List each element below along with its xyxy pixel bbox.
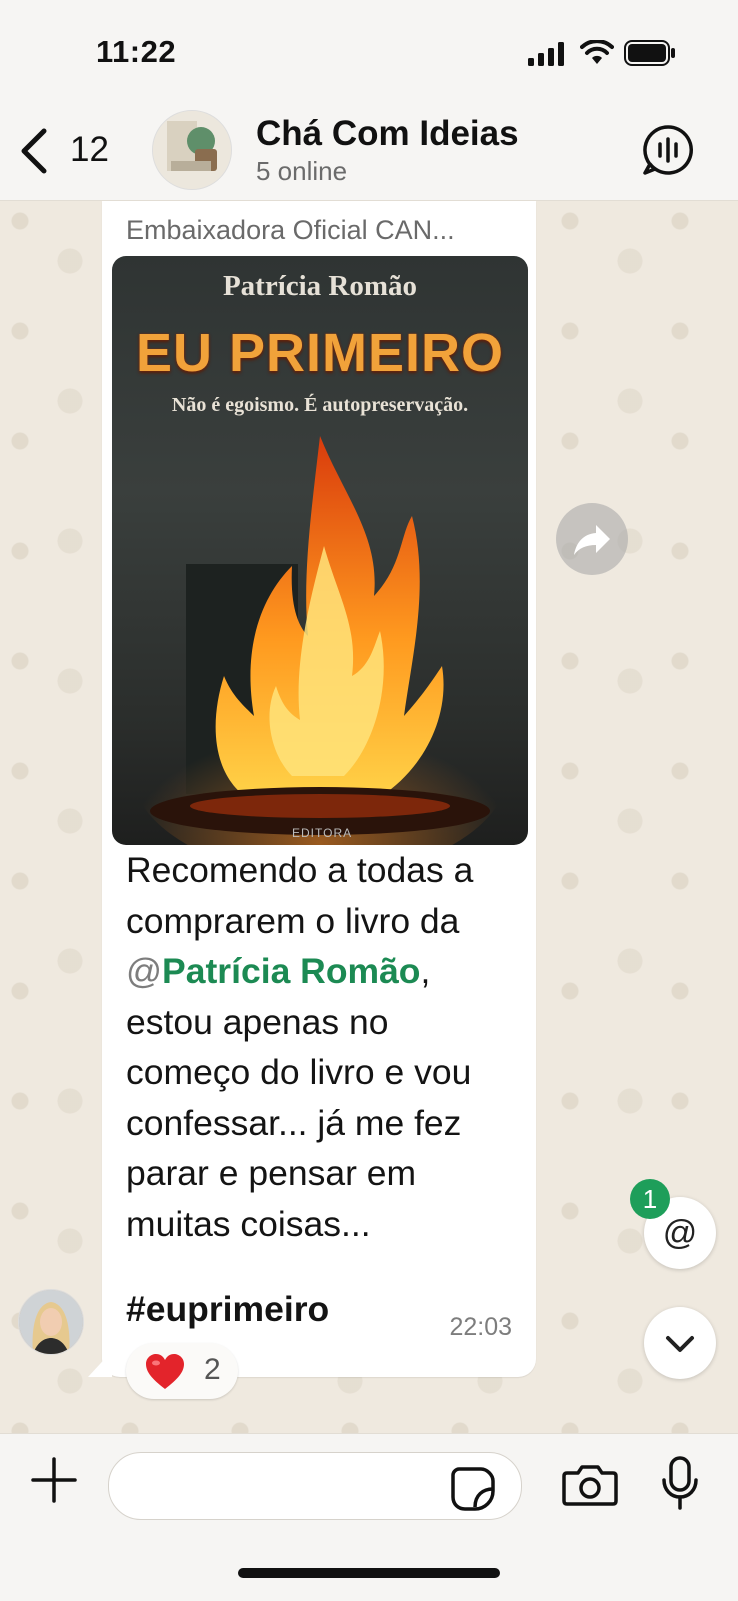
chat-header: 12 Chá Com Ideias 5 online: [0, 100, 738, 201]
reaction-count: 2: [204, 1353, 221, 1386]
hashtag[interactable]: #euprimeiro: [126, 1289, 329, 1330]
book-author: Patrícia Romão: [222, 270, 418, 302]
text-line: começo do livro e vou: [126, 1052, 472, 1092]
sender-name[interactable]: Embaixadora Oficial CAN...: [126, 215, 455, 246]
text-line: ,: [420, 951, 431, 991]
mention-link[interactable]: @Patrícia Romão: [126, 951, 421, 991]
fire-illustration: [130, 436, 510, 845]
text-line: confessar... já me fez: [126, 1102, 462, 1143]
book-cover-image[interactable]: Patrícia Romão EU PRIMEIRO Não é egoismo…: [112, 256, 528, 845]
mention-name: Patrícia Romão: [162, 951, 421, 991]
group-avatar[interactable]: [152, 110, 232, 190]
group-title[interactable]: Chá Com Ideias: [256, 114, 519, 154]
unread-count[interactable]: 12: [70, 130, 109, 170]
bubble-tail: [88, 1351, 112, 1377]
heart-icon: [146, 1354, 184, 1389]
status-time: 11:22: [96, 34, 177, 69]
group-avatar-image: [153, 111, 231, 189]
sticker-icon[interactable]: [451, 1467, 495, 1511]
message-bubble[interactable]: Embaixadora Oficial CAN... Patrícia Romã…: [102, 201, 536, 1377]
online-status: 5 online: [256, 156, 348, 186]
scroll-down-button[interactable]: [644, 1307, 716, 1379]
forward-arrow-icon: [574, 525, 610, 555]
mention-at: @: [126, 951, 163, 991]
microphone-icon[interactable]: [660, 1456, 700, 1512]
camera-icon[interactable]: [562, 1464, 618, 1506]
home-indicator[interactable]: [238, 1568, 500, 1578]
wifi-icon: [580, 40, 614, 64]
chevron-down-icon: [666, 1336, 694, 1352]
chat-area[interactable]: Embaixadora Oficial CAN... Patrícia Romã…: [0, 201, 738, 1433]
message-input[interactable]: [131, 1465, 435, 1507]
message-text[interactable]: Recomendo a todas a comprarem o livro da…: [126, 845, 516, 1249]
sender-avatar-image: [19, 1290, 83, 1354]
book-subtitle: Não é egoismo. É autopreservação.: [171, 394, 469, 416]
battery-icon: [624, 40, 675, 66]
status-bar: 11:22: [0, 0, 738, 100]
book-title: EU PRIMEIRO: [135, 323, 505, 383]
sender-avatar[interactable]: [18, 1289, 84, 1355]
message-time: 22:03: [449, 1313, 512, 1341]
text-line: muitas coisas...: [126, 1203, 371, 1244]
forward-button[interactable]: [556, 503, 628, 575]
text-line: estou apenas no: [126, 1001, 389, 1042]
plus-icon[interactable]: [30, 1456, 78, 1504]
text-line: comprarem o livro da: [126, 900, 460, 941]
cellular-signal-icon: [528, 42, 564, 66]
back-chevron-icon[interactable]: [18, 128, 50, 174]
message-input-container[interactable]: [108, 1452, 522, 1520]
book-publisher: EDITORA: [292, 826, 353, 840]
mention-count-badge: 1: [630, 1179, 670, 1219]
reaction-pill[interactable]: 2: [126, 1343, 238, 1399]
text-line: parar e pensar em: [126, 1153, 417, 1193]
text-line: Recomendo a todas a: [126, 850, 474, 890]
voice-chat-icon[interactable]: [642, 124, 694, 176]
